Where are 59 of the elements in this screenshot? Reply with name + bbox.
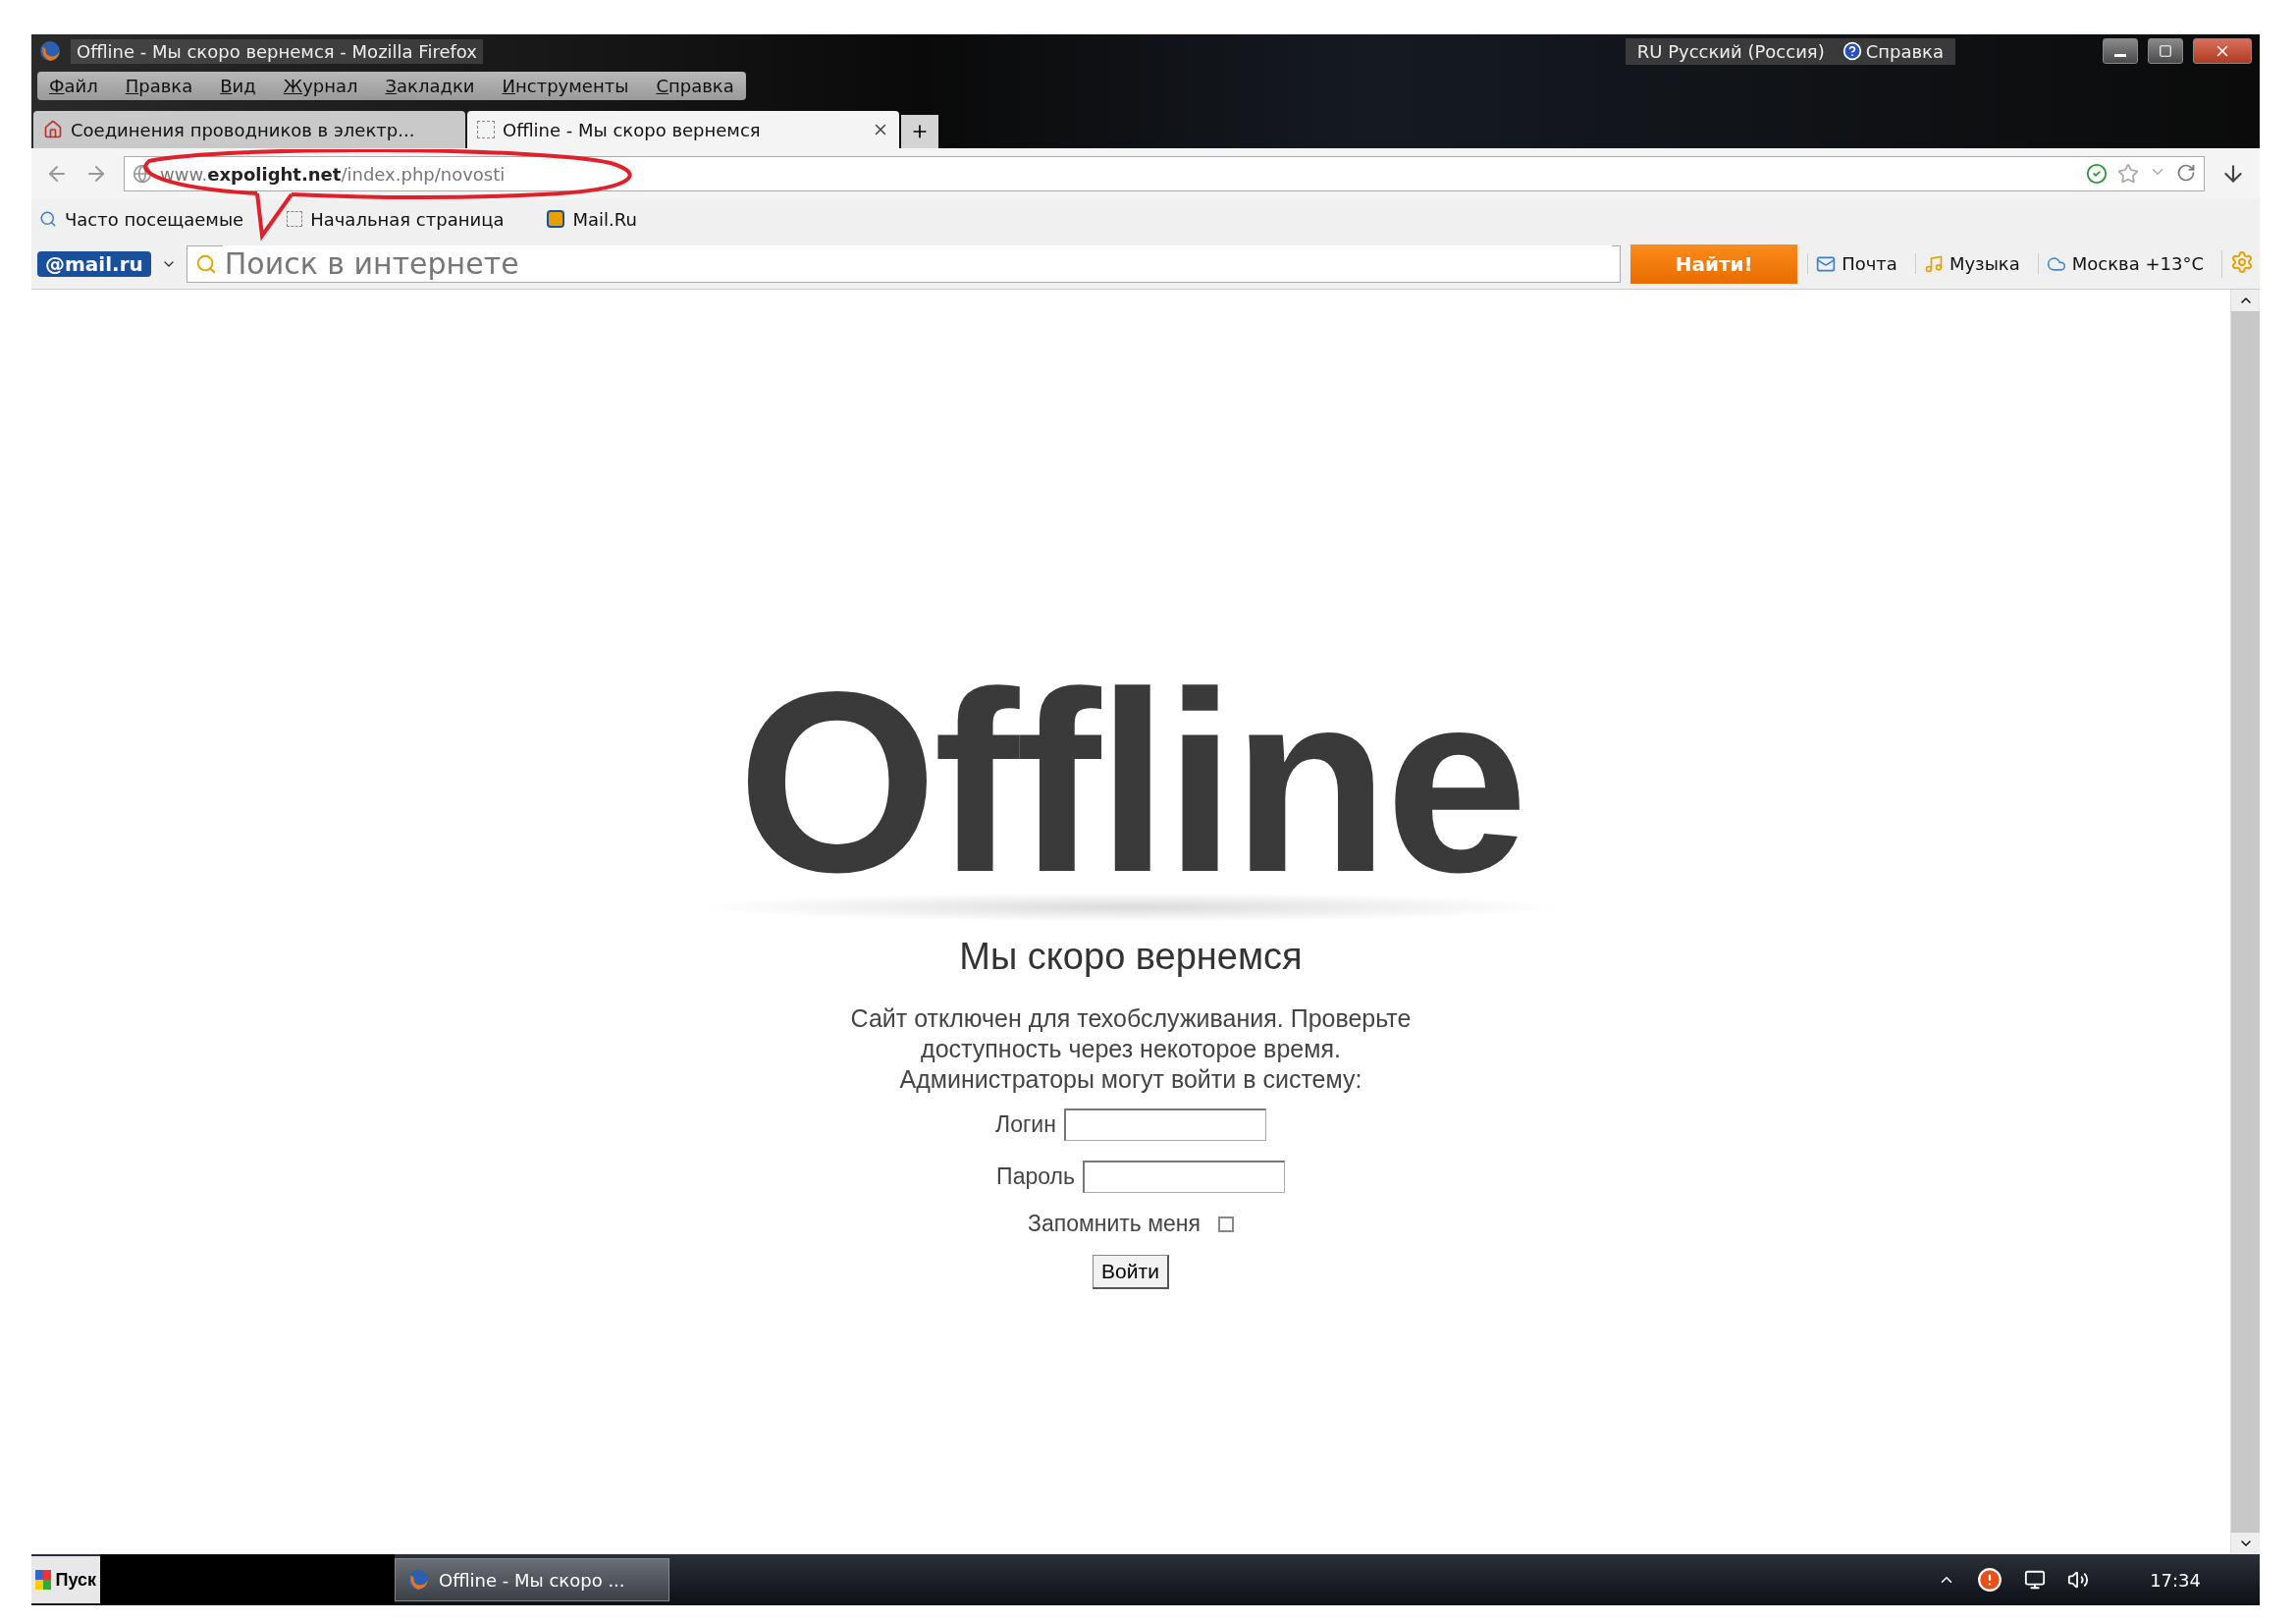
message-text: доступность через некоторое время. bbox=[920, 1034, 1342, 1065]
login-button[interactable]: Войти bbox=[1093, 1255, 1169, 1290]
menu-item[interactable]: Правка bbox=[125, 75, 193, 96]
message-text: Администраторы могут войти в систему: bbox=[898, 1064, 1363, 1096]
menu-item[interactable]: Журнал bbox=[283, 75, 358, 96]
house-icon bbox=[43, 120, 63, 139]
menu-item[interactable]: Вид bbox=[220, 75, 256, 96]
menu-item[interactable]: Закладки bbox=[385, 75, 475, 96]
menu-item[interactable]: Справка bbox=[656, 75, 734, 96]
settings-icon bbox=[2230, 249, 2254, 274]
star-icon bbox=[2117, 163, 2139, 185]
message-text: Сайт отключен для техобслуживания. Проверьте bbox=[850, 1003, 1412, 1035]
help-button[interactable]: Справка bbox=[1842, 40, 1944, 62]
globe-icon bbox=[133, 164, 152, 184]
toolbar-link[interactable]: Почта bbox=[1807, 253, 1905, 274]
offline-heading: Offline bbox=[737, 675, 1524, 892]
help-icon bbox=[1842, 41, 1862, 61]
subheading: Мы скоро вернемся bbox=[959, 936, 1303, 979]
minimize-icon bbox=[2114, 53, 2126, 57]
bookmark-link[interactable]: Начальная страница bbox=[287, 208, 505, 230]
warning-icon bbox=[1977, 1567, 2003, 1593]
password-label: Пароль bbox=[996, 1163, 1075, 1191]
taskbar-button[interactable]: Offline - Мы скоро ... bbox=[395, 1558, 669, 1601]
menu-item[interactable]: Файл bbox=[49, 75, 98, 96]
new-tab-button[interactable] bbox=[901, 115, 938, 148]
toolbar-link[interactable]: Музыка bbox=[1914, 253, 2028, 274]
address-field[interactable]: www.expolight.net/index.php/novosti bbox=[124, 156, 2205, 191]
window-title: Offline - Мы скоро вернемся - Mozilla Firefox bbox=[71, 38, 483, 64]
start-button[interactable]: Пуск bbox=[31, 1556, 100, 1603]
mail-logo[interactable]: @mail.ru bbox=[37, 250, 151, 277]
close-button[interactable] bbox=[2193, 38, 2252, 64]
language-indicator[interactable]: RU Русский (Россия) bbox=[1636, 40, 1825, 62]
bookmark-link[interactable]: Часто посещаемые bbox=[39, 208, 244, 230]
browser-tab[interactable]: Offline - Мы скоро вернемся bbox=[467, 111, 899, 148]
windows-logo-icon bbox=[35, 1570, 52, 1590]
toolbar-link[interactable]: Москва +13°C bbox=[2037, 253, 2212, 274]
remember-checkbox[interactable] bbox=[1218, 1216, 1234, 1232]
check-icon bbox=[2086, 163, 2108, 185]
scrollbar[interactable] bbox=[2230, 290, 2260, 1554]
browser-tab[interactable]: Соединения проводников в электр... bbox=[33, 111, 465, 148]
page-icon bbox=[287, 211, 303, 227]
bookmark-link[interactable]: Mail.Ru bbox=[547, 208, 637, 230]
password-field[interactable] bbox=[1082, 1161, 1285, 1194]
menu-item[interactable]: Инструменты bbox=[502, 75, 629, 96]
remember-label: Запомнить меня bbox=[1028, 1211, 1201, 1238]
reload-icon bbox=[2176, 163, 2196, 183]
search-field[interactable]: Поиск в интернете bbox=[186, 244, 1622, 283]
network-icon bbox=[2024, 1569, 2047, 1591]
clock: 17:34 bbox=[2150, 1569, 2201, 1591]
login-field[interactable] bbox=[1063, 1108, 1266, 1142]
magnifier-icon bbox=[39, 210, 57, 228]
login-label: Логин bbox=[995, 1111, 1056, 1139]
maximize-button[interactable] bbox=[2148, 38, 2183, 64]
maximize-icon bbox=[2159, 44, 2172, 58]
speaker-icon bbox=[2067, 1569, 2090, 1591]
search-icon bbox=[194, 252, 217, 275]
music-note-icon bbox=[1923, 253, 1944, 274]
minimize-button[interactable] bbox=[2103, 38, 2138, 64]
page-icon bbox=[477, 121, 495, 138]
